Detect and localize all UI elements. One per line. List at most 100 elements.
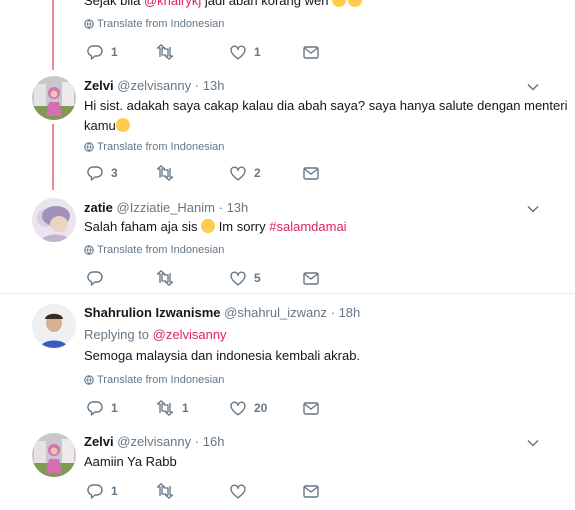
like-icon [230,166,246,180]
tweet-actions: 5 [84,268,344,288]
retweet-button[interactable] [156,268,174,288]
avatar[interactable] [32,76,76,120]
like-button[interactable]: 1 [230,42,261,62]
reply-button[interactable]: 1 [87,398,118,418]
like-icon [230,271,246,285]
dm-button[interactable] [303,268,319,288]
tweet-actions: 1 1 20 [84,398,344,418]
dm-icon [303,45,319,59]
tweet-header: Zelvi @zelvisanny · 16h [84,434,224,449]
reply-icon [87,166,103,181]
emoji-icon [115,118,130,132]
reply-button[interactable]: 1 [87,42,118,62]
retweet-button[interactable] [156,42,174,62]
display-name[interactable]: Zelvi [84,78,114,93]
caret-down-icon[interactable] [527,205,539,213]
reply-button[interactable]: 3 [87,163,118,183]
tweet-actions: 1 [84,481,344,501]
emoji-icon [332,0,347,7]
caret-down-icon[interactable] [527,83,539,91]
avatar[interactable] [32,198,76,242]
like-icon [230,45,246,59]
retweet-icon [156,483,174,499]
reply-count: 1 [111,484,118,498]
display-name[interactable]: Shahrulion Izwanisme [84,305,221,320]
like-button[interactable]: 2 [230,163,261,183]
like-count: 2 [254,166,261,180]
dm-icon [303,401,319,415]
tweet-partial[interactable]: Sejak bila @khairykj jadi abah korang we… [0,0,575,70]
timestamp[interactable]: 13h [227,200,249,215]
reply-icon [87,401,103,416]
dm-button[interactable] [303,163,319,183]
tweet-actions: 3 2 [84,163,344,183]
dm-button[interactable] [303,481,319,501]
tweet-text: Aamiin Ya Rabb [84,454,177,469]
tweet[interactable]: Zelvi @zelvisanny · 13h Hi sist. adakah … [0,70,575,190]
avatar[interactable] [32,433,76,477]
retweet-icon [156,400,174,416]
mention-link[interactable]: @khairykj [144,0,201,8]
translate-link[interactable]: Translate from Indonesian [84,141,224,153]
timestamp[interactable]: 18h [339,305,361,320]
globe-icon [84,142,94,152]
globe-icon [84,245,94,255]
globe-icon [84,19,94,29]
replying-to: Replying to @zelvisanny [84,327,227,342]
dm-button[interactable] [303,42,319,62]
reply-button[interactable] [87,268,103,288]
tweet[interactable]: Shahrulion Izwanisme @shahrul_izwanz · 1… [0,294,575,425]
like-count: 20 [254,401,268,415]
like-icon [230,401,246,415]
caret-down-icon[interactable] [527,439,539,447]
user-handle[interactable]: @shahrul_izwanz [224,305,327,320]
tweet-actions: 1 1 [84,42,344,62]
reply-icon [87,45,103,60]
dm-icon [303,271,319,285]
replying-to-link[interactable]: @zelvisanny [153,327,227,342]
translate-link[interactable]: Translate from Indonesian [84,18,224,30]
translate-link[interactable]: Translate from Indonesian [84,244,224,256]
retweet-icon [156,44,174,60]
like-button[interactable] [230,481,246,501]
timestamp[interactable]: 16h [203,434,225,449]
display-name[interactable]: Zelvi [84,434,114,449]
tweet-header: Shahrulion Izwanisme @shahrul_izwanz · 1… [84,305,360,320]
separator: · [194,434,200,449]
tweet-header: zatie @Izziatie_Hanim · 13h [84,200,248,215]
tweet-text: Hi sist. adakah saya cakap kalau dia aba… [84,98,568,133]
dm-icon [303,484,319,498]
retweet-button[interactable] [156,163,174,183]
dm-button[interactable] [303,398,319,418]
user-handle[interactable]: @zelvisanny [117,78,191,93]
tweet[interactable]: zatie @Izziatie_Hanim · 13h Salah faham … [0,190,575,293]
like-button[interactable]: 20 [230,398,267,418]
emoji-icon [348,0,363,7]
retweet-button[interactable]: 1 [156,398,189,418]
user-handle[interactable]: @Izziatie_Hanim [117,200,215,215]
display-name[interactable]: zatie [84,200,113,215]
separator: · [330,305,335,320]
like-icon [230,484,246,498]
tweet-header: Zelvi @zelvisanny · 13h [84,78,224,93]
tweet[interactable]: Zelvi @zelvisanny · 16h Aamiin Ya Rabb 1 [0,425,575,510]
reply-button[interactable]: 1 [87,481,118,501]
retweet-button[interactable] [156,481,174,501]
timestamp[interactable]: 13h [203,78,225,93]
retweet-icon [156,270,174,286]
emoji-icon [201,219,216,233]
translate-link[interactable]: Translate from Indonesian [84,374,224,386]
reply-count: 1 [111,401,118,415]
avatar[interactable] [32,304,76,348]
user-handle[interactable]: @zelvisanny [117,434,191,449]
like-button[interactable]: 5 [230,268,261,288]
tweet-text: Salah faham aja sis Im sorry #salamdamai [84,219,347,234]
separator: · [194,78,200,93]
reply-icon [87,271,103,286]
reply-icon [87,484,103,499]
tweet-text: Sejak bila @khairykj jadi abah korang we… [84,0,363,11]
like-count: 5 [254,271,261,285]
globe-icon [84,375,94,385]
hashtag-link[interactable]: #salamdamai [269,219,346,234]
reply-count: 3 [111,166,118,180]
